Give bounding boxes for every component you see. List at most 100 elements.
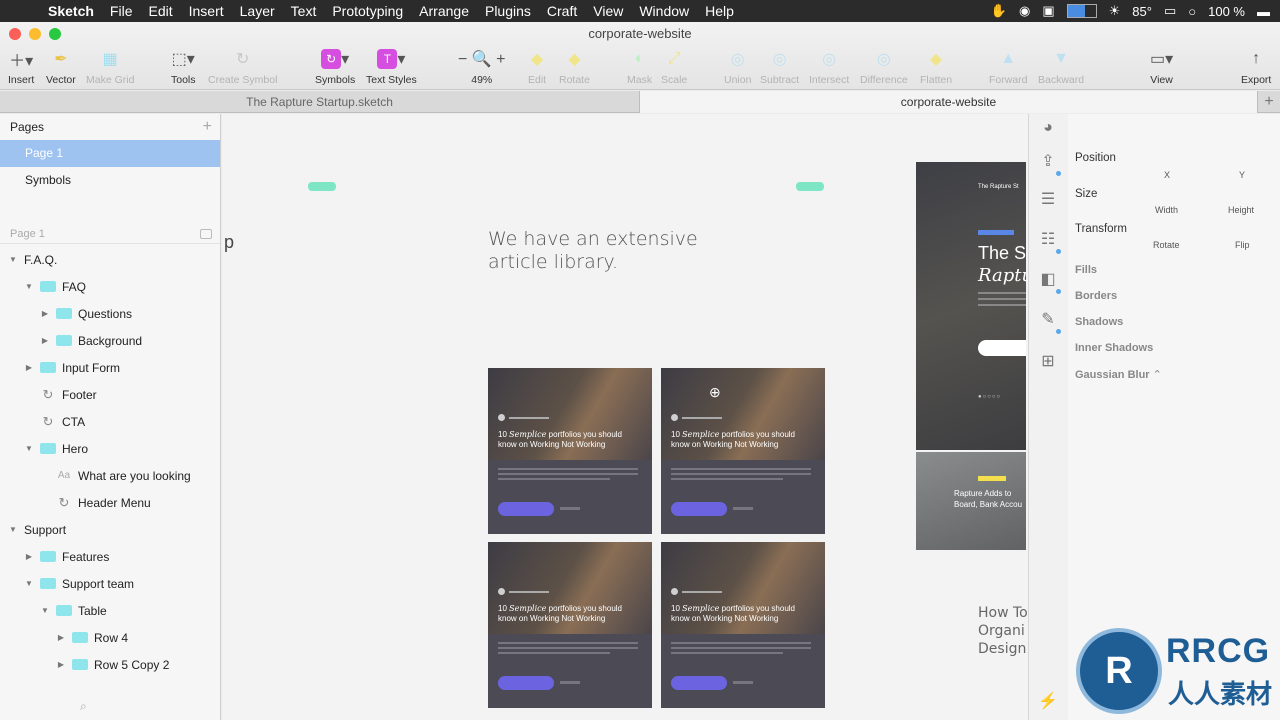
intersect-button[interactable]: ◎ Intersect bbox=[809, 48, 849, 86]
disclosure-open-icon[interactable]: ▼ bbox=[24, 444, 34, 453]
tab-corporate-website[interactable]: corporate-website bbox=[640, 91, 1258, 113]
lightning-icon[interactable]: ⚡ bbox=[1038, 692, 1058, 712]
layer-item[interactable]: ▼ F.A.Q. bbox=[0, 246, 220, 273]
layer-item[interactable]: Aa What are you looking bbox=[0, 462, 220, 489]
create-symbol-button[interactable]: ↻ Create Symbol bbox=[208, 48, 277, 86]
stack-icon[interactable]: ☰ bbox=[1038, 190, 1058, 210]
flatten-button[interactable]: ◆ Flatten bbox=[920, 48, 952, 86]
gaussian-blur-section[interactable]: Gaussian Blur ⌃ bbox=[1075, 368, 1162, 381]
fills-section[interactable]: Fills bbox=[1075, 264, 1097, 276]
insert-button[interactable]: ＋▾ Insert bbox=[8, 48, 34, 86]
layer-item[interactable]: ▼ Support team bbox=[0, 570, 220, 597]
menu-edit[interactable]: Edit bbox=[140, 3, 180, 19]
difference-button[interactable]: ◎ Difference bbox=[860, 48, 908, 86]
menu-arrange[interactable]: Arrange bbox=[411, 3, 477, 19]
layer-item[interactable]: ▶ Row 5 Copy 2 bbox=[0, 651, 220, 678]
layer-item[interactable]: ▶ Background bbox=[0, 327, 220, 354]
hero-artboard-preview[interactable]: The Rapture St The S Raptu ●○○○○ bbox=[916, 162, 1028, 450]
menu-window[interactable]: Window bbox=[631, 3, 697, 19]
artboard-headline[interactable]: We have an extensive article library. bbox=[488, 228, 698, 274]
article-card[interactable]: 10 Semplice portfolios you should know o… bbox=[661, 542, 825, 708]
menu-view[interactable]: View bbox=[585, 3, 631, 19]
teal-accent[interactable] bbox=[796, 182, 824, 191]
layer-item[interactable]: ↻ CTA bbox=[0, 408, 220, 435]
duplicate-icon[interactable]: ◧ bbox=[1038, 270, 1061, 294]
menu-plugins[interactable]: Plugins bbox=[477, 3, 539, 19]
craft-icon[interactable]: ◕ bbox=[1038, 118, 1058, 138]
upload-icon[interactable]: ⇪ bbox=[1038, 152, 1061, 176]
layer-item[interactable]: ▶ Questions bbox=[0, 300, 220, 327]
tab-rapture-startup[interactable]: The Rapture Startup.sketch bbox=[0, 91, 640, 113]
layer-item[interactable]: ↻ Header Menu bbox=[0, 489, 220, 516]
page-item-symbols[interactable]: Symbols bbox=[0, 167, 220, 194]
disclosure-closed-icon[interactable]: ▶ bbox=[40, 309, 50, 318]
canvas[interactable]: p We have an extensive article library. … bbox=[222, 114, 1028, 720]
disclosure-closed-icon[interactable]: ▶ bbox=[24, 552, 34, 561]
news-artboard-preview[interactable]: Rapture Adds to Board, Bank Accou bbox=[916, 452, 1026, 550]
vector-button[interactable]: ✒ Vector bbox=[46, 48, 76, 86]
subtract-button[interactable]: ◎ Subtract bbox=[760, 48, 799, 86]
disclosure-closed-icon[interactable]: ▶ bbox=[56, 660, 66, 669]
layer-item[interactable]: ▶ Input Form bbox=[0, 354, 220, 381]
layer-item[interactable]: ▶ Row 4 bbox=[0, 624, 220, 651]
add-image-icon[interactable]: ⊞ bbox=[1038, 352, 1058, 372]
layer-item[interactable]: ▼ Table bbox=[0, 597, 220, 624]
stepper-icon[interactable]: ⌃ bbox=[1153, 369, 1162, 381]
scale-button[interactable]: ⤢ Scale bbox=[661, 48, 687, 86]
edit-pen-icon[interactable]: ✎ bbox=[1038, 310, 1061, 334]
howto-text[interactable]: How To Organi Design bbox=[978, 604, 1028, 658]
layer-item[interactable]: ▼ FAQ bbox=[0, 273, 220, 300]
article-card[interactable]: 10 Semplice portfolios you should know o… bbox=[488, 542, 652, 708]
symbols-button[interactable]: ↻ ▾ Symbols bbox=[315, 48, 355, 86]
make-grid-button[interactable]: ▦ Make Grid bbox=[86, 48, 134, 86]
weather-icon[interactable]: ☀ bbox=[1109, 3, 1121, 19]
disclosure-closed-icon[interactable]: ▶ bbox=[40, 336, 50, 345]
shadows-section[interactable]: Shadows bbox=[1075, 316, 1123, 328]
disclosure-closed-icon[interactable]: ▶ bbox=[24, 363, 34, 372]
mask-button[interactable]: ◐ Mask bbox=[627, 48, 652, 86]
search-icon[interactable]: ⌕ bbox=[80, 699, 87, 714]
text-styles-button[interactable]: T ▾ Text Styles bbox=[366, 48, 417, 86]
borders-section[interactable]: Borders bbox=[1075, 290, 1117, 302]
disclosure-open-icon[interactable]: ▼ bbox=[8, 525, 18, 534]
toggle-icon[interactable]: ▭ bbox=[1164, 3, 1176, 19]
menu-insert[interactable]: Insert bbox=[181, 3, 232, 19]
layer-item[interactable]: ▼ Hero bbox=[0, 435, 220, 462]
rotate-button[interactable]: ◆ Rotate bbox=[559, 48, 590, 86]
backward-button[interactable]: ▼ Backward bbox=[1038, 48, 1084, 86]
menu-layer[interactable]: Layer bbox=[232, 3, 283, 19]
menu-text[interactable]: Text bbox=[283, 3, 325, 19]
collapse-icon[interactable] bbox=[200, 229, 212, 239]
list-icon[interactable]: ☷ bbox=[1038, 230, 1061, 254]
disclosure-open-icon[interactable]: ▼ bbox=[24, 579, 34, 588]
layer-item[interactable]: ▶ Features bbox=[0, 543, 220, 570]
edit-button[interactable]: ◆ Edit bbox=[528, 48, 546, 86]
disclosure-open-icon[interactable]: ▼ bbox=[8, 255, 18, 264]
article-card[interactable]: 10 Semplice portfolios you should know o… bbox=[488, 368, 652, 534]
zoom-control[interactable]: − 🔍 +49% bbox=[458, 48, 506, 86]
article-card[interactable]: 10 Semplice portfolios you should know o… bbox=[661, 368, 825, 534]
battery-meter-icon[interactable] bbox=[1066, 4, 1097, 18]
menu-prototyping[interactable]: Prototyping bbox=[324, 3, 411, 19]
forward-button[interactable]: ▲ Forward bbox=[989, 48, 1028, 86]
page-item-page-1[interactable]: Page 1 bbox=[0, 140, 220, 167]
layer-item[interactable]: ▼ Support bbox=[0, 516, 220, 543]
view-button[interactable]: ▭▾ View bbox=[1150, 48, 1173, 86]
disclosure-closed-icon[interactable]: ▶ bbox=[56, 633, 66, 642]
union-button[interactable]: ◎ Union bbox=[724, 48, 751, 86]
disclosure-open-icon[interactable]: ▼ bbox=[40, 606, 50, 615]
tools-button[interactable]: ⬚▾ Tools bbox=[171, 48, 196, 86]
menu-app[interactable]: Sketch bbox=[40, 3, 102, 19]
teal-accent[interactable] bbox=[308, 182, 336, 191]
hand-icon[interactable]: ✋ bbox=[991, 3, 1007, 19]
add-page-icon[interactable]: + bbox=[203, 114, 212, 140]
menu-file[interactable]: File bbox=[102, 3, 141, 19]
add-tab-icon[interactable]: + bbox=[1258, 91, 1280, 112]
menu-craft[interactable]: Craft bbox=[539, 3, 585, 19]
export-button[interactable]: ↑ Export bbox=[1241, 48, 1271, 86]
menu-help[interactable]: Help bbox=[697, 3, 742, 19]
disclosure-open-icon[interactable]: ▼ bbox=[24, 282, 34, 291]
page-filter[interactable]: Page 1 bbox=[0, 224, 220, 244]
camera-icon[interactable]: ▣ bbox=[1042, 3, 1054, 19]
inner-shadows-section[interactable]: Inner Shadows bbox=[1075, 342, 1153, 354]
